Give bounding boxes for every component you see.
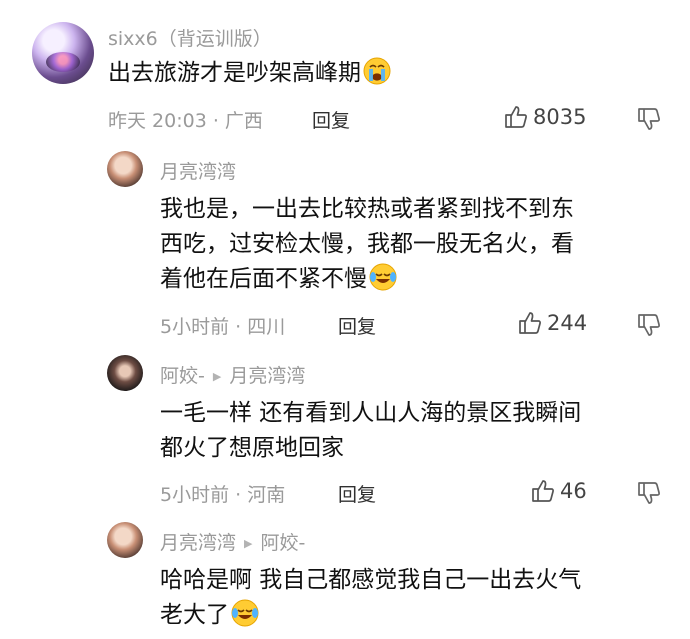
username-row: 月亮湾湾 ▶ 阿姣- <box>160 528 305 555</box>
avatar[interactable] <box>107 522 143 558</box>
reply-button[interactable]: 回复 <box>338 480 376 507</box>
username[interactable]: 月亮湾湾 <box>160 157 236 184</box>
thumbs-down-icon[interactable] <box>636 312 662 338</box>
reply-arrow-icon: ▶ <box>244 537 253 550</box>
reply-arrow-icon: ▶ <box>212 370 222 383</box>
comment-meta: 5小时前 · 四川 <box>160 316 286 338</box>
avatar[interactable] <box>107 151 143 187</box>
like-button[interactable]: 8035 <box>503 104 586 130</box>
comment-text: 出去旅游才是吵架高峰期 <box>108 56 391 91</box>
like-count: 46 <box>560 479 587 503</box>
username[interactable]: 阿姣- <box>160 365 205 387</box>
username[interactable]: sixx6（背运训版） <box>108 24 272 51</box>
comment-meta: 5小时前 · 河南 <box>160 484 286 506</box>
comment-text: 一毛一样 还有看到人山人海的景区我瞬间 都火了想原地回家 <box>160 400 582 461</box>
thumbs-up-icon <box>532 480 554 502</box>
thumbs-up-icon <box>505 106 527 128</box>
reply-to-username[interactable]: 月亮湾湾 <box>229 365 305 387</box>
like-button[interactable]: 244 <box>517 310 587 336</box>
reply-button[interactable]: 回复 <box>312 106 350 133</box>
thumbs-up-icon <box>519 312 541 334</box>
comment-meta: 昨天 20:03 · 广西 <box>108 110 263 132</box>
crying-face-icon <box>363 57 391 85</box>
tears-of-joy-face-icon <box>231 599 259 627</box>
username-row: 阿姣- ▶ 月亮湾湾 <box>160 361 305 388</box>
thumbs-down-icon[interactable] <box>636 106 662 132</box>
reply-to-username[interactable]: 阿姣- <box>260 532 305 554</box>
reply-button[interactable]: 回复 <box>338 312 376 339</box>
thumbs-down-icon[interactable] <box>636 480 662 506</box>
like-count: 8035 <box>533 105 587 129</box>
avatar[interactable] <box>32 22 94 84</box>
comment-text: 我也是，一出去比较热或者紧到找不到东 西吃，过安检太慢，我都一股无名火，看 着他… <box>160 196 574 292</box>
username[interactable]: 月亮湾湾 <box>160 532 236 554</box>
comment-text: 哈哈是啊 我自己都感觉我自己一出去火气 老大了 <box>160 567 582 628</box>
tears-of-joy-face-icon <box>369 263 397 291</box>
like-button[interactable]: 46 <box>530 478 587 504</box>
like-count: 244 <box>547 311 588 335</box>
avatar[interactable] <box>107 355 143 391</box>
